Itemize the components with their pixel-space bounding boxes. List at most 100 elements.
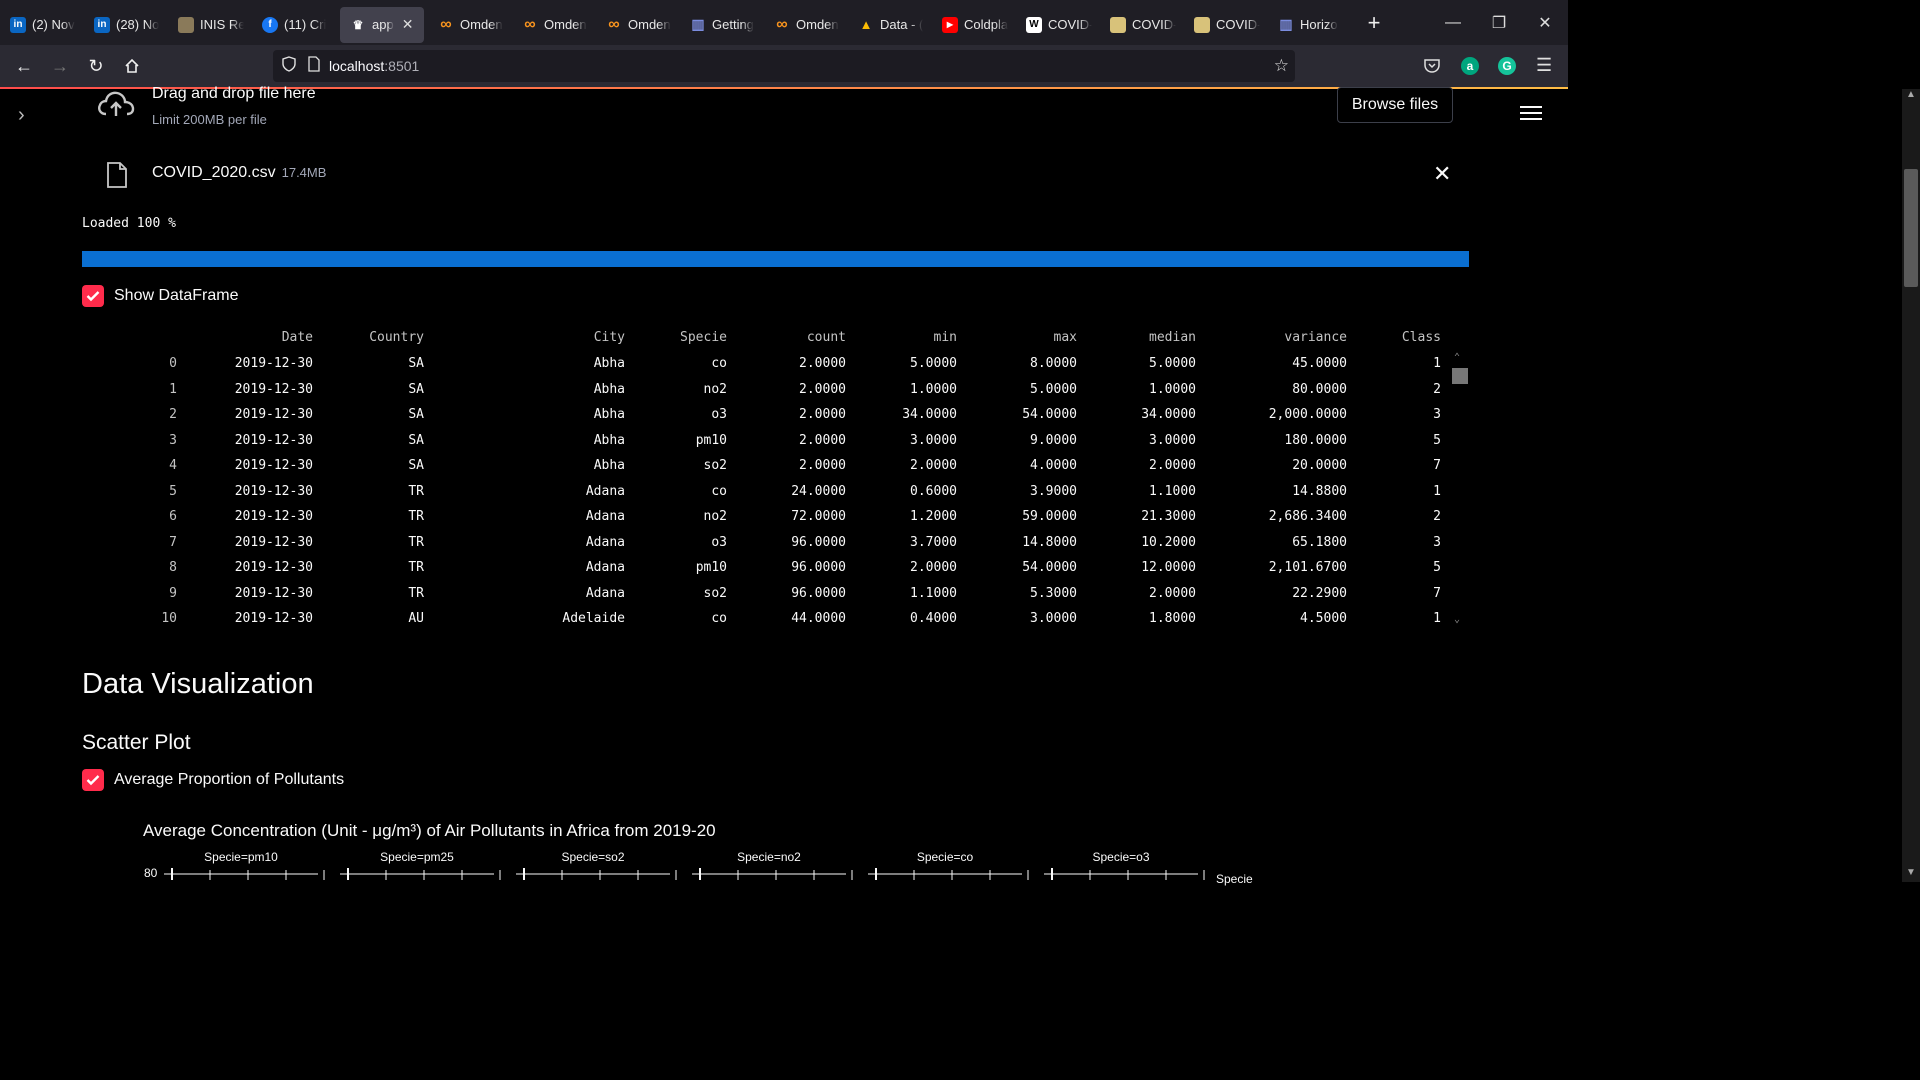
close-window-icon[interactable]: ✕ (1522, 0, 1568, 45)
table-cell: 3 (1433, 534, 1441, 550)
browser-tab[interactable]: ∞ Omden (512, 7, 596, 43)
table-cell: 5.3000 (1030, 585, 1077, 601)
column-header[interactable]: max (957, 330, 1077, 345)
show-dataframe-checkbox[interactable]: Show DataFrame (82, 285, 239, 307)
browser-tab[interactable]: ∞ Omden (428, 7, 512, 43)
page-scrollbar[interactable]: ▲ ▼ (1902, 89, 1920, 882)
show-dataframe-label[interactable]: Show DataFrame (114, 287, 239, 305)
progress-bar (82, 251, 1469, 267)
browser-tab[interactable]: ▥ Getting (680, 7, 764, 43)
table-cell: 2019-12-30 (234, 432, 313, 448)
bookmark-star-icon[interactable]: ☆ (1274, 56, 1289, 76)
minimize-icon[interactable]: — (1430, 0, 1476, 45)
column-header[interactable]: Country (304, 330, 424, 345)
browser-tab[interactable]: INIS Re (168, 7, 252, 43)
browser-tab[interactable]: ∞ Omden (596, 7, 680, 43)
table-cell: 24.0000 (791, 483, 846, 499)
forward-icon[interactable]: → (42, 50, 78, 82)
page-scroll-thumb[interactable] (1904, 169, 1918, 287)
chart-bars-icon: ▥ (1279, 16, 1293, 32)
dataframe-table[interactable]: ⌃ ⌄ Date Country City Specie count min max medi… (82, 326, 1469, 634)
table-cell: 5.0000 (1030, 381, 1077, 397)
youtube-icon: ▶ (942, 16, 958, 33)
row-index: 9 (169, 585, 177, 601)
facebook-icon: f (262, 16, 278, 33)
browser-tab[interactable]: W COVID- (1016, 7, 1100, 43)
tab-label: (11) Cri (284, 17, 327, 32)
column-header[interactable]: median (1076, 330, 1196, 345)
dataframe-scrollbar[interactable]: ⌃ ⌄ (1451, 352, 1468, 628)
table-cell: 54.0000 (1022, 560, 1077, 575)
table-cell: 72.0000 (791, 509, 846, 524)
chevron-up-icon[interactable]: ⌃ (1454, 352, 1460, 363)
row-index: 8 (169, 560, 177, 575)
table-cell: co (711, 356, 727, 371)
checkmark-icon[interactable] (82, 769, 104, 791)
tab-label: Horizo (1300, 17, 1338, 32)
checkmark-icon[interactable] (82, 285, 104, 307)
table-cell: 2019-12-30 (234, 560, 313, 575)
column-header[interactable]: count (726, 330, 846, 345)
browser-tab[interactable]: COVID- (1184, 7, 1268, 43)
browser-tab[interactable]: ∞ Omden (764, 7, 848, 43)
table-cell: 1 (1433, 483, 1441, 499)
table-cell: pm10 (695, 432, 727, 448)
table-cell: 3.0000 (1030, 611, 1077, 626)
table-cell: no2 (703, 381, 727, 397)
browser-tab[interactable]: COVID- (1100, 7, 1184, 43)
table-cell: 2019-12-30 (234, 509, 313, 524)
table-cell: o3 (711, 407, 727, 422)
browse-files-button[interactable]: Browse files (1337, 87, 1453, 123)
reload-icon[interactable]: ↻ (78, 50, 114, 82)
scroll-up-icon[interactable]: ▲ (1906, 89, 1916, 100)
restore-icon[interactable]: ❐ (1476, 0, 1522, 45)
back-icon[interactable]: ← (6, 50, 42, 82)
page-icon (307, 55, 321, 77)
table-cell: 1.0000 (1149, 381, 1196, 397)
browser-tab[interactable]: in (28) No (84, 7, 168, 43)
table-cell: 2019-12-30 (234, 483, 313, 499)
avg-pollutants-checkbox[interactable]: Average Proportion of Pollutants (82, 769, 344, 791)
facet-axes (164, 868, 1205, 880)
table-cell: 1 (1433, 611, 1441, 626)
table-cell: 3.0000 (910, 432, 957, 448)
browser-tab[interactable]: in (2) Nov (0, 7, 84, 43)
chevron-right-icon[interactable]: › (18, 104, 25, 127)
data-visualization-heading: Data Visualization (82, 668, 314, 700)
app-menu-icon[interactable] (1520, 106, 1542, 124)
table-cell: 2.0000 (1149, 585, 1196, 601)
emblem-icon (1110, 16, 1126, 33)
pocket-icon[interactable] (1423, 57, 1441, 80)
chart-bars-icon: ▥ (691, 16, 705, 32)
scroll-down-icon[interactable]: ▼ (1906, 867, 1916, 878)
table-cell: 2019-12-30 (234, 585, 313, 601)
column-header[interactable]: Specie (607, 330, 727, 345)
browser-menu-icon[interactable]: ☰ (1536, 55, 1552, 76)
shield-icon[interactable] (281, 55, 297, 77)
new-tab-icon[interactable]: + (1356, 5, 1392, 41)
column-header[interactable]: Date (193, 330, 313, 345)
avg-pollutants-label[interactable]: Average Proportion of Pollutants (114, 771, 344, 789)
browser-tab[interactable]: ▶ Coldpla (932, 7, 1016, 43)
browser-tab[interactable]: ▲ Data - ( (848, 7, 932, 43)
chevron-down-icon[interactable]: ⌄ (1454, 614, 1460, 625)
column-header[interactable]: Class (1321, 330, 1441, 345)
dropzone-title[interactable]: Drag and drop file here (152, 85, 316, 103)
file-icon (106, 162, 128, 193)
column-header[interactable]: min (837, 330, 957, 345)
home-icon[interactable] (114, 50, 150, 82)
table-cell: 9.0000 (1030, 432, 1077, 448)
close-icon[interactable]: ✕ (1433, 161, 1451, 187)
scatter-plot-heading: Scatter Plot (82, 731, 191, 754)
extension-a-icon[interactable]: a (1461, 57, 1479, 75)
table-cell: 2.0000 (910, 560, 957, 575)
grammarly-icon[interactable]: G (1498, 57, 1516, 75)
browser-tab[interactable]: ♛ app ✕ (340, 6, 424, 43)
address-bar[interactable]: localhost:8501 ☆ (273, 50, 1295, 82)
browser-tab[interactable]: f (11) Cri (252, 7, 336, 43)
browser-tab[interactable]: ▥ Horizo (1268, 7, 1352, 43)
close-tab-icon[interactable]: ✕ (402, 16, 414, 33)
google-drive-icon: ▲ (859, 17, 873, 32)
table-cell: 1.1000 (1149, 483, 1196, 499)
dataframe-scroll-thumb[interactable] (1452, 368, 1468, 384)
